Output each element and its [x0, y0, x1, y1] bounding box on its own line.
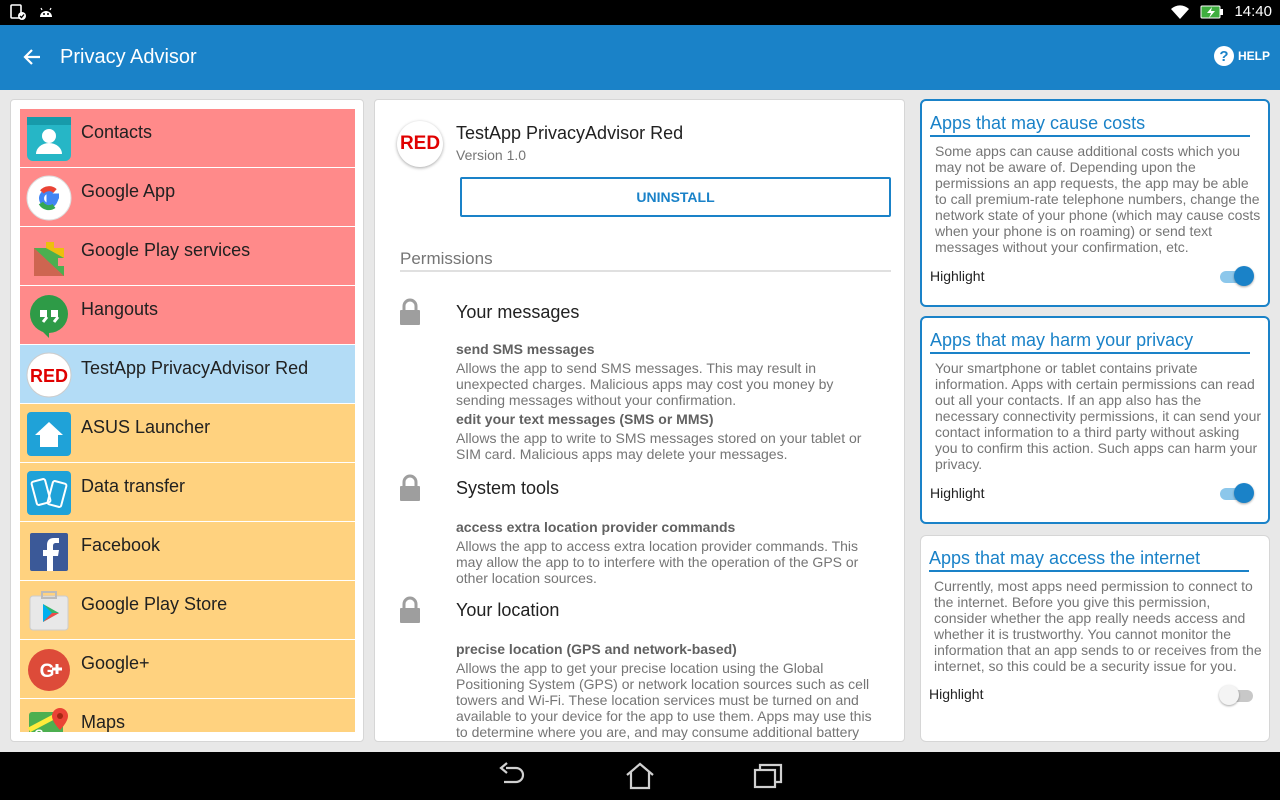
clock: 14:40 [1234, 3, 1272, 20]
task-done-icon [10, 4, 26, 20]
help-label: HELP [1237, 49, 1270, 63]
uninstall-button[interactable]: UNINSTALL [460, 177, 891, 217]
card-title: Apps that may harm your privacy [930, 330, 1250, 354]
card-title: Apps that may access the internet [929, 548, 1249, 572]
highlight-label: Highlight [930, 485, 985, 501]
app-list-item-name: Maps [81, 712, 126, 732]
svg-text:RED: RED [30, 366, 68, 386]
nav-home-icon[interactable] [624, 762, 656, 790]
app-list-item-name: Facebook [81, 535, 161, 555]
highlight-toggle[interactable] [1218, 482, 1254, 504]
navigation-bar [0, 752, 1280, 800]
nav-back-icon[interactable] [496, 762, 528, 790]
permission-name: send SMS messages [456, 341, 595, 357]
lock-icon [400, 298, 420, 325]
app-list-item[interactable]: ASUS Launcher [20, 404, 355, 463]
help-button[interactable]: ? HELP [1213, 46, 1270, 66]
app-list-item-name: Data transfer [81, 476, 186, 496]
nav-recents-icon[interactable] [752, 762, 784, 790]
svg-text:G: G [40, 661, 55, 682]
red-badge-icon: RED [26, 352, 72, 398]
facebook-icon [26, 529, 72, 575]
maps-icon: G [26, 706, 72, 732]
app-list-panel: Contacts Google App Google Play services Ha… [10, 99, 364, 742]
app-list-item[interactable]: RED TestApp PrivacyAdvisor Red [20, 345, 355, 404]
highlight-toggle[interactable] [1218, 265, 1254, 287]
lock-icon [400, 474, 420, 501]
app-list[interactable]: Contacts Google App Google Play services Ha… [20, 109, 355, 732]
detail-app-name: TestApp PrivacyAdvisor Red [456, 123, 684, 143]
permission-name: access extra location provider commands [456, 519, 736, 535]
app-list-item-name: Contacts [81, 122, 153, 142]
app-list-item-name: ASUS Launcher [81, 417, 211, 437]
app-list-item[interactable]: G Maps [20, 699, 355, 732]
data-transfer-icon [26, 470, 72, 516]
permission-group-title: Your location [456, 600, 560, 620]
battery-charging-icon [1200, 5, 1224, 18]
back-arrow-icon[interactable] [20, 45, 44, 69]
app-list-item[interactable]: Data transfer [20, 463, 355, 522]
category-card-costs[interactable]: Apps that may cause costs Some apps can … [920, 99, 1270, 307]
toggle-thumb [1234, 483, 1254, 503]
card-description: Currently, most apps need permission to … [934, 578, 1262, 674]
permission-name: edit your text messages (SMS or MMS) [456, 411, 714, 427]
detail-version: Version 1.0 [456, 147, 527, 163]
permission-name: precise location (GPS and network-based) [456, 641, 737, 657]
app-badge-icon: RED [397, 121, 443, 167]
asus-launcher-icon [26, 411, 72, 457]
status-bar: 14:40 [0, 0, 1280, 25]
google-plus-icon: G [26, 647, 72, 693]
app-detail-panel: RED TestApp PrivacyAdvisor Red Version 1… [374, 99, 905, 742]
app-list-item-name: Google Play Store [81, 594, 228, 614]
wifi-icon [1171, 4, 1190, 19]
google-play-store-icon [26, 588, 72, 634]
permission-description: Allows the app to access extra location … [456, 538, 859, 586]
toggle-thumb [1219, 685, 1239, 705]
android-debug-icon [40, 7, 52, 17]
app-list-item[interactable]: Google Play services [20, 227, 355, 286]
help-icon: ? [1213, 46, 1234, 66]
app-list-item-name: Hangouts [81, 299, 159, 319]
highlight-label: Highlight [929, 686, 984, 702]
hangouts-icon [26, 293, 72, 339]
highlight-label: Highlight [930, 268, 985, 284]
card-description: Your smartphone or tablet contains priva… [935, 360, 1262, 472]
highlight-toggle[interactable] [1219, 684, 1255, 706]
google-play-services-icon [26, 234, 72, 280]
toggle-thumb [1234, 266, 1254, 286]
app-list-item-name: Google+ [81, 653, 150, 673]
category-card-internet[interactable]: Apps that may access the internet Curren… [920, 535, 1270, 742]
app-list-item[interactable]: Google App [20, 168, 355, 227]
category-card-privacy[interactable]: Apps that may harm your privacy Your sma… [920, 316, 1270, 524]
app-bar: Privacy Advisor ? HELP [0, 25, 1280, 90]
lock-icon [400, 596, 420, 623]
permissions-header: Permissions [400, 249, 891, 272]
permission-group-title: Your messages [456, 302, 580, 322]
card-title: Apps that may cause costs [930, 113, 1250, 137]
app-title: Privacy Advisor [60, 46, 197, 68]
app-list-item-name: Google Play services [81, 240, 251, 260]
app-list-item[interactable]: Contacts [20, 109, 355, 168]
permission-group-title: System tools [456, 478, 560, 498]
app-list-item-name: TestApp PrivacyAdvisor Red [81, 358, 309, 378]
app-list-item[interactable]: Facebook [20, 522, 355, 581]
svg-text:G: G [34, 727, 43, 732]
card-description: Some apps can cause additional costs whi… [935, 143, 1261, 255]
google-app-icon [26, 175, 72, 221]
app-list-item[interactable]: Google Play Store [20, 581, 355, 640]
app-list-item[interactable]: Hangouts [20, 286, 355, 345]
permission-description: Allows the app to get your precise locat… [456, 660, 872, 740]
app-list-item-name: Google App [81, 181, 176, 201]
permission-description: Allows the app to write to SMS messages … [456, 430, 862, 462]
permission-description: Allows the app to send SMS messages. Thi… [456, 360, 834, 408]
contacts-icon [26, 116, 72, 162]
app-list-item[interactable]: G Google+ [20, 640, 355, 699]
